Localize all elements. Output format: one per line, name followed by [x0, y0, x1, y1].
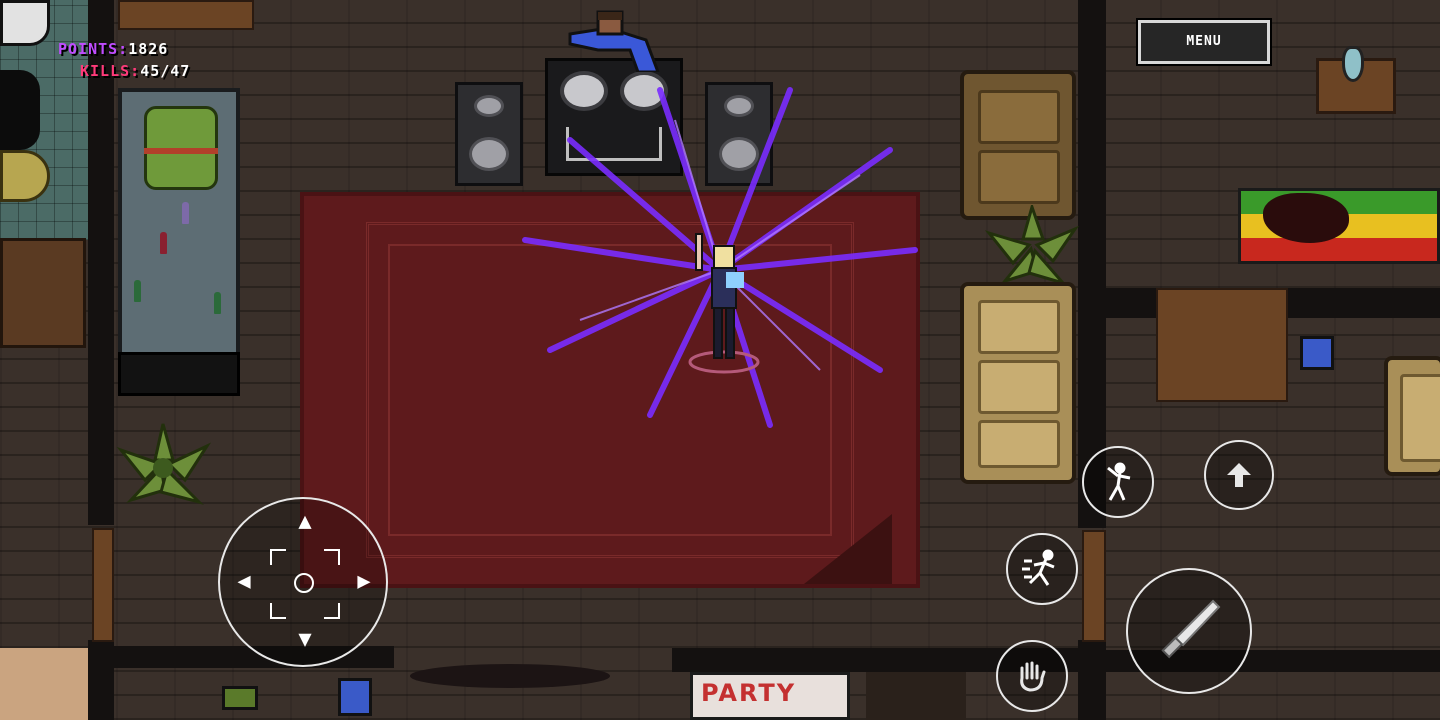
- couch-cushion: [978, 300, 1060, 354]
- rug-stain: [410, 664, 610, 688]
- phone-icon: [1300, 336, 1334, 370]
- couch-cushion: [978, 90, 1060, 144]
- points-counter: POINTS:1826: [58, 40, 168, 58]
- arrow-left-icon: ◀: [237, 569, 251, 594]
- calculator: [338, 678, 372, 716]
- kills-label: KILLS:: [80, 62, 141, 80]
- room-bottom-left: [0, 648, 88, 720]
- bottle: [160, 232, 167, 254]
- points-label: POINTS:: [58, 40, 129, 58]
- speaker-left: [455, 82, 523, 186]
- bathmat: [0, 150, 50, 202]
- bottle: [134, 280, 141, 302]
- player-character[interactable]: [688, 232, 760, 376]
- couch-cushion: [978, 360, 1060, 414]
- potted-plant: [984, 201, 1080, 286]
- top-shelf: [118, 0, 254, 30]
- keg-band: [144, 148, 218, 154]
- door-right[interactable]: [1082, 530, 1106, 642]
- couch-tan-right: [1384, 356, 1440, 476]
- couch-tan: [960, 282, 1076, 484]
- glass-table: [118, 88, 240, 356]
- speaker-woofer: [469, 137, 509, 171]
- arrow-down-icon: ▼: [298, 627, 312, 652]
- points-value: 1826: [128, 40, 169, 58]
- party-poster: PARTY: [690, 672, 850, 720]
- kills-counter: KILLS:45/47: [80, 62, 190, 80]
- arrow-up-icon: ▲: [298, 509, 312, 534]
- dance-icon: [1107, 462, 1131, 501]
- wall-left-lower: [88, 640, 114, 720]
- speaker-tweeter: [474, 95, 504, 117]
- cabinet-left: [0, 238, 86, 348]
- flag-rug: [1238, 188, 1440, 264]
- dpad-corner: [270, 603, 286, 619]
- bottle-shelf: [866, 672, 966, 720]
- potted-plant: [115, 420, 212, 510]
- game-viewport[interactable]: PARTY POINTS:1826 KILLS:45/47 MENU ▲ ▼ ◀…: [0, 0, 1440, 720]
- sprint-button[interactable]: [1006, 533, 1078, 605]
- couch-cushion: [1400, 374, 1440, 462]
- kills-value: 45/47: [140, 62, 191, 80]
- poster-text: PARTY: [701, 679, 797, 707]
- dark-figure: [0, 70, 40, 150]
- sprint-icon: [1022, 549, 1055, 586]
- couch-brown: [960, 70, 1076, 220]
- menu-button[interactable]: MENU: [1138, 20, 1270, 64]
- movement-dpad[interactable]: ▲ ▼ ◀ ▶: [218, 497, 388, 667]
- table-legs: [118, 352, 240, 396]
- toilet: [0, 0, 50, 46]
- arrow-right-icon: ▶: [357, 569, 371, 594]
- radio: [222, 686, 258, 710]
- door-left[interactable]: [92, 528, 114, 642]
- dpad-corner: [324, 603, 340, 619]
- dance-button[interactable]: [1082, 446, 1154, 518]
- grab-button[interactable]: [996, 640, 1068, 712]
- dpad-center-icon: [294, 573, 314, 593]
- vase: [1342, 46, 1364, 82]
- couch-cushion: [978, 420, 1060, 468]
- arrow-up-icon: [1227, 463, 1251, 487]
- flag-band-red: [1241, 238, 1437, 261]
- bottle: [182, 202, 189, 224]
- cabinet-right: [1156, 288, 1288, 402]
- use-up-button[interactable]: [1204, 440, 1274, 510]
- dj-character: [568, 10, 661, 74]
- couch-cushion: [978, 150, 1060, 204]
- wall-right-lower: [1078, 640, 1106, 720]
- bottle: [214, 292, 221, 314]
- knife-icon: [1161, 599, 1221, 659]
- dpad-corner: [270, 549, 286, 565]
- dpad-corner: [324, 549, 340, 565]
- hand-icon: [1020, 661, 1046, 692]
- knife-attack-button[interactable]: [1126, 568, 1252, 694]
